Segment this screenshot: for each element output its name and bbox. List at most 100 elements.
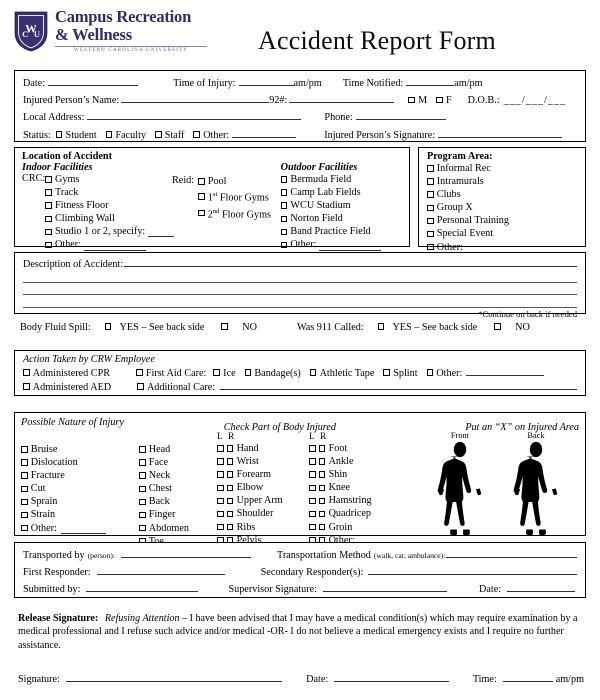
part-back-item[interactable]: Back bbox=[139, 495, 217, 508]
lr-groin-left-checkbox[interactable] bbox=[309, 523, 316, 531]
time-notified-input[interactable] bbox=[406, 75, 455, 86]
lr-knee-left-checkbox[interactable] bbox=[309, 484, 316, 492]
part-chest-item[interactable]: Chest bbox=[139, 482, 217, 495]
outdoor-band-practice-item[interactable]: Band Practice Field bbox=[280, 225, 409, 238]
lr-ribs-right-checkbox[interactable] bbox=[226, 523, 234, 531]
lr-shin-item[interactable]: Shin bbox=[309, 468, 417, 481]
reid-first-floor-gyms-item[interactable]: 1st Floor Gyms bbox=[198, 188, 271, 204]
was-911-yes-checkbox[interactable] bbox=[377, 323, 385, 330]
outdoor-bermuda-checkbox[interactable] bbox=[280, 176, 288, 183]
crc-studio-checkbox[interactable] bbox=[45, 228, 52, 236]
nature-sprain-checkbox[interactable] bbox=[21, 498, 28, 506]
crc-studio-item[interactable]: Studio 1 or 2, specify: bbox=[45, 225, 175, 238]
outdoor-wcu-stadium-item[interactable]: WCU Stadium bbox=[280, 199, 409, 212]
crc-track-checkbox[interactable] bbox=[45, 189, 52, 196]
crc-gyms-checkbox[interactable] bbox=[45, 176, 52, 183]
human-front-silhouette-icon[interactable] bbox=[436, 441, 484, 536]
release-date-input[interactable] bbox=[334, 671, 449, 683]
lr-forearm-item[interactable]: Forearm bbox=[217, 468, 309, 481]
lr-ribs-item[interactable]: Ribs bbox=[217, 521, 309, 534]
lr-quadricep-left-checkbox[interactable] bbox=[309, 510, 316, 518]
human-back-silhouette-icon[interactable] bbox=[512, 441, 560, 536]
program-groupx-item[interactable]: Group X bbox=[427, 201, 585, 214]
reid-second-floor-gyms-checkbox[interactable] bbox=[198, 209, 205, 217]
reid-pool-item[interactable]: Pool bbox=[198, 175, 271, 188]
release-time-input[interactable] bbox=[502, 671, 553, 683]
program-personal-training-item[interactable]: Personal Training bbox=[427, 214, 585, 227]
reid-pool-checkbox[interactable] bbox=[198, 178, 205, 185]
status-other-checkbox[interactable] bbox=[193, 130, 201, 138]
nature-other-input[interactable] bbox=[60, 523, 106, 534]
description-input-line-3[interactable] bbox=[23, 283, 577, 295]
program-groupx-checkbox[interactable] bbox=[427, 204, 434, 212]
part-abdomen-checkbox[interactable] bbox=[139, 524, 146, 532]
part-neck-item[interactable]: Neck bbox=[139, 469, 217, 482]
part-face-checkbox[interactable] bbox=[139, 459, 146, 466]
additional-care-input[interactable] bbox=[220, 379, 577, 390]
release-signature-input[interactable] bbox=[65, 671, 283, 683]
lr-shoulder-item[interactable]: Shoulder bbox=[217, 507, 309, 520]
first-aid-other-input[interactable] bbox=[466, 365, 545, 376]
program-special-event-checkbox[interactable] bbox=[427, 230, 434, 238]
outdoor-other-checkbox[interactable] bbox=[280, 241, 288, 249]
nature-strain-item[interactable]: Strain bbox=[21, 508, 139, 521]
crc-climbing-wall-checkbox[interactable] bbox=[45, 215, 52, 223]
lr-quadricep-item[interactable]: Quadricep bbox=[309, 507, 417, 520]
lr-wrist-left-checkbox[interactable] bbox=[217, 458, 224, 465]
crc-track-item[interactable]: Track bbox=[45, 186, 174, 199]
first-aid-other-checkbox[interactable] bbox=[426, 369, 434, 376]
part-chest-checkbox[interactable] bbox=[139, 485, 146, 493]
gender-m-checkbox[interactable] bbox=[408, 96, 415, 104]
lr-knee-right-checkbox[interactable] bbox=[318, 484, 326, 492]
first-aid-athletic-tape-checkbox[interactable] bbox=[309, 369, 317, 376]
part-head-item[interactable]: Head bbox=[139, 443, 217, 456]
supervisor-date-input[interactable] bbox=[507, 581, 576, 592]
part-neck-checkbox[interactable] bbox=[139, 472, 146, 480]
lr-forearm-right-checkbox[interactable] bbox=[226, 471, 234, 479]
outdoor-other-item[interactable]: Other: bbox=[280, 238, 409, 251]
nature-cut-item[interactable]: Cut bbox=[21, 482, 139, 495]
first-aid-bandages-checkbox[interactable] bbox=[244, 369, 252, 376]
part-finger-checkbox[interactable] bbox=[139, 511, 146, 519]
administered-cpr-checkbox[interactable] bbox=[23, 369, 30, 376]
id-input[interactable] bbox=[289, 92, 395, 104]
status-faculty-checkbox[interactable] bbox=[105, 130, 113, 138]
lr-foot-item[interactable]: Foot bbox=[309, 442, 417, 455]
transported-by-input[interactable] bbox=[121, 547, 252, 558]
status-student-checkbox[interactable] bbox=[55, 130, 63, 138]
part-back-checkbox[interactable] bbox=[139, 498, 146, 506]
program-other-input[interactable] bbox=[465, 242, 546, 253]
part-abdomen-item[interactable]: Abdomen bbox=[139, 522, 217, 535]
nature-bruise-item[interactable]: Bruise bbox=[21, 443, 139, 456]
date-input[interactable] bbox=[48, 75, 139, 86]
outdoor-camplab-checkbox[interactable] bbox=[280, 189, 288, 196]
part-head-checkbox[interactable] bbox=[139, 446, 146, 453]
nature-dislocation-item[interactable]: Dislocation bbox=[21, 456, 139, 469]
lr-elbow-right-checkbox[interactable] bbox=[226, 484, 234, 492]
crc-other-input[interactable] bbox=[84, 240, 147, 251]
outdoor-norton-field-item[interactable]: Norton Field bbox=[280, 212, 409, 225]
crc-studio-input[interactable] bbox=[148, 226, 175, 238]
first-aid-splint-checkbox[interactable] bbox=[383, 369, 390, 376]
nature-fracture-checkbox[interactable] bbox=[21, 472, 28, 480]
lr-upper-arm-right-checkbox[interactable] bbox=[226, 497, 234, 505]
program-clubs-checkbox[interactable] bbox=[427, 191, 434, 199]
lr-upper-arm-left-checkbox[interactable] bbox=[217, 497, 224, 505]
gender-f-checkbox[interactable] bbox=[436, 96, 443, 104]
lr-hand-left-checkbox[interactable] bbox=[217, 445, 224, 452]
lr-shin-right-checkbox[interactable] bbox=[318, 471, 326, 479]
back-body-diagram[interactable]: Back bbox=[512, 431, 560, 541]
first-aid-care-checkbox[interactable] bbox=[136, 369, 143, 376]
lr-groin-right-checkbox[interactable] bbox=[318, 523, 326, 531]
reid-first-floor-gyms-checkbox[interactable] bbox=[198, 193, 205, 200]
program-informal-rec-item[interactable]: Informal Rec bbox=[427, 162, 585, 175]
lr-ankle-left-checkbox[interactable] bbox=[309, 458, 316, 465]
lr-hamstring-right-checkbox[interactable] bbox=[318, 497, 326, 505]
program-other-checkbox[interactable] bbox=[427, 243, 434, 251]
program-informal-rec-checkbox[interactable] bbox=[427, 165, 434, 172]
lr-elbow-left-checkbox[interactable] bbox=[217, 484, 224, 492]
lr-groin-item[interactable]: Groin bbox=[309, 521, 417, 534]
administered-aed-checkbox[interactable] bbox=[23, 382, 30, 390]
name-input[interactable] bbox=[121, 92, 270, 104]
part-face-item[interactable]: Face bbox=[139, 456, 217, 469]
